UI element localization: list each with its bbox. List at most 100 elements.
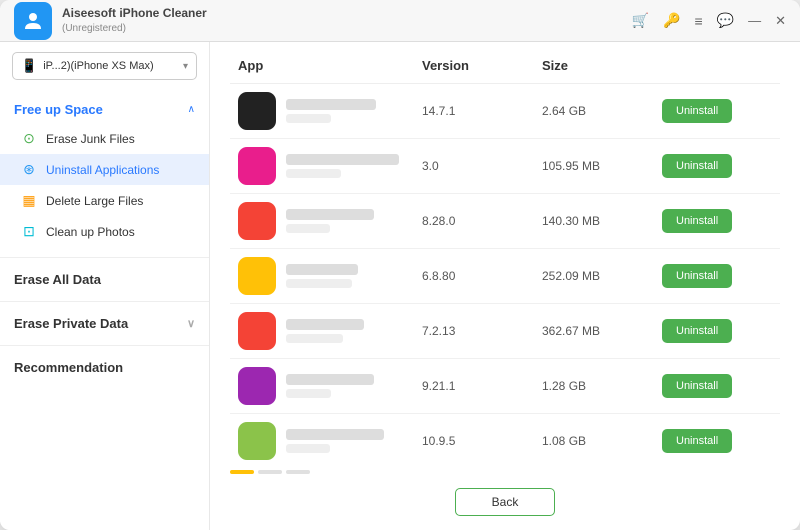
app-name-line bbox=[286, 209, 374, 220]
col-header-app: App bbox=[238, 58, 422, 73]
recommendation-label: Recommendation bbox=[14, 360, 123, 375]
sidebar-item-delete-large[interactable]: ▦ Delete Large Files bbox=[0, 185, 209, 216]
version-cell: 8.28.0 bbox=[422, 214, 542, 228]
app-cell bbox=[238, 202, 422, 240]
app-icon bbox=[238, 312, 276, 350]
erase-junk-icon: ⊙ bbox=[20, 130, 38, 147]
action-cell: Uninstall bbox=[662, 374, 772, 398]
action-cell: Uninstall bbox=[662, 209, 772, 233]
app-window: Aiseesoft iPhone Cleaner (Unregistered) … bbox=[0, 0, 800, 530]
minimize-button[interactable]: — bbox=[748, 13, 761, 28]
sidebar-erase-private-data[interactable]: Erase Private Data ∨ bbox=[0, 306, 209, 341]
size-cell: 105.95 MB bbox=[542, 159, 662, 173]
sidebar-erase-all-data[interactable]: Erase All Data bbox=[0, 262, 209, 297]
close-button[interactable]: ✕ bbox=[775, 13, 786, 29]
uninstall-button[interactable]: Uninstall bbox=[662, 209, 732, 233]
erase-private-data-label: Erase Private Data bbox=[14, 316, 128, 331]
table-row: 8.28.0140.30 MBUninstall bbox=[230, 194, 780, 249]
uninstall-button[interactable]: Uninstall bbox=[662, 374, 732, 398]
chat-icon[interactable]: 💬 bbox=[717, 12, 734, 29]
clean-photos-icon: ⊡ bbox=[20, 223, 38, 240]
col-header-size: Size bbox=[542, 58, 662, 73]
app-title-block: Aiseesoft iPhone Cleaner (Unregistered) bbox=[62, 5, 207, 36]
app-icon bbox=[238, 257, 276, 295]
back-button[interactable]: Back bbox=[455, 488, 556, 516]
sidebar-recommendation[interactable]: Recommendation bbox=[0, 350, 209, 385]
app-sub-line bbox=[286, 334, 343, 343]
app-cell bbox=[238, 147, 422, 185]
app-main-title: Aiseesoft iPhone Cleaner bbox=[62, 5, 207, 22]
app-name-line bbox=[286, 374, 374, 385]
app-sub-line bbox=[286, 114, 331, 123]
sidebar-divider-1 bbox=[0, 257, 209, 258]
app-name-block bbox=[286, 99, 376, 123]
size-cell: 1.08 GB bbox=[542, 434, 662, 448]
main-layout: 📱 iP...2)(iPhone XS Max) ▾ Free up Space… bbox=[0, 42, 800, 530]
sidebar-item-erase-junk[interactable]: ⊙ Erase Junk Files bbox=[0, 123, 209, 154]
uninstall-button[interactable]: Uninstall bbox=[662, 154, 732, 178]
progress-dot-1 bbox=[230, 470, 254, 474]
app-sub-line bbox=[286, 224, 330, 233]
sidebar-item-uninstall-apps[interactable]: ⊛ Uninstall Applications bbox=[0, 154, 209, 185]
device-name: iP...2)(iPhone XS Max) bbox=[43, 60, 177, 72]
sidebar-item-clean-photos[interactable]: ⊡ Clean up Photos bbox=[0, 216, 209, 247]
uninstall-button[interactable]: Uninstall bbox=[662, 429, 732, 453]
action-cell: Uninstall bbox=[662, 429, 772, 453]
app-icon bbox=[238, 422, 276, 460]
progress-dot-3 bbox=[286, 470, 310, 474]
table-header: App Version Size bbox=[230, 58, 780, 84]
col-header-version: Version bbox=[422, 58, 542, 73]
app-name-block bbox=[286, 429, 384, 453]
table-row: 7.2.13362.67 MBUninstall bbox=[230, 304, 780, 359]
content-area: App Version Size 14.7.12.64 GBUninstall3… bbox=[210, 42, 800, 530]
app-name-block bbox=[286, 154, 399, 178]
progress-area bbox=[230, 470, 780, 474]
key-icon[interactable]: 🔑 bbox=[663, 12, 680, 29]
app-name-block bbox=[286, 264, 358, 288]
sidebar-divider-2 bbox=[0, 301, 209, 302]
footer: Back bbox=[230, 480, 780, 520]
app-name-line bbox=[286, 429, 384, 440]
version-cell: 14.7.1 bbox=[422, 104, 542, 118]
table-row: 3.0105.95 MBUninstall bbox=[230, 139, 780, 194]
action-cell: Uninstall bbox=[662, 154, 772, 178]
section-chevron-icon: ∧ bbox=[188, 104, 195, 115]
app-name-block bbox=[286, 319, 364, 343]
app-name-block bbox=[286, 374, 374, 398]
app-sub-line bbox=[286, 279, 352, 288]
version-cell: 10.9.5 bbox=[422, 434, 542, 448]
uninstall-button[interactable]: Uninstall bbox=[662, 319, 732, 343]
version-cell: 6.8.80 bbox=[422, 269, 542, 283]
table-row: 9.21.11.28 GBUninstall bbox=[230, 359, 780, 414]
free-up-space-header[interactable]: Free up Space ∧ bbox=[0, 96, 209, 123]
app-cell bbox=[238, 422, 422, 460]
erase-all-data-label: Erase All Data bbox=[14, 272, 101, 287]
device-selector[interactable]: 📱 iP...2)(iPhone XS Max) ▾ bbox=[12, 52, 197, 80]
uninstall-apps-icon: ⊛ bbox=[20, 161, 38, 178]
col-header-action bbox=[662, 58, 772, 73]
app-icon bbox=[238, 367, 276, 405]
uninstall-button[interactable]: Uninstall bbox=[662, 99, 732, 123]
cart-icon[interactable]: 🛒 bbox=[632, 12, 649, 29]
uninstall-button[interactable]: Uninstall bbox=[662, 264, 732, 288]
app-name-line bbox=[286, 99, 376, 110]
phone-icon: 📱 bbox=[21, 58, 37, 74]
table-row: 14.7.12.64 GBUninstall bbox=[230, 84, 780, 139]
app-cell bbox=[238, 257, 422, 295]
sidebar-item-label: Clean up Photos bbox=[46, 225, 135, 239]
version-cell: 3.0 bbox=[422, 159, 542, 173]
app-icon bbox=[238, 147, 276, 185]
sidebar-item-label: Erase Junk Files bbox=[46, 132, 135, 146]
sidebar: 📱 iP...2)(iPhone XS Max) ▾ Free up Space… bbox=[0, 42, 210, 530]
menu-icon[interactable]: ≡ bbox=[694, 13, 702, 29]
app-cell bbox=[238, 92, 422, 130]
version-cell: 9.21.1 bbox=[422, 379, 542, 393]
app-name-line bbox=[286, 154, 399, 165]
titlebar-right: 🛒 🔑 ≡ 💬 — ✕ bbox=[632, 12, 786, 29]
table-body: 14.7.12.64 GBUninstall3.0105.95 MBUninst… bbox=[230, 84, 780, 462]
size-cell: 362.67 MB bbox=[542, 324, 662, 338]
action-cell: Uninstall bbox=[662, 264, 772, 288]
sidebar-item-label: Uninstall Applications bbox=[46, 163, 159, 177]
sidebar-divider-3 bbox=[0, 345, 209, 346]
chevron-right-icon: ∨ bbox=[187, 317, 195, 330]
